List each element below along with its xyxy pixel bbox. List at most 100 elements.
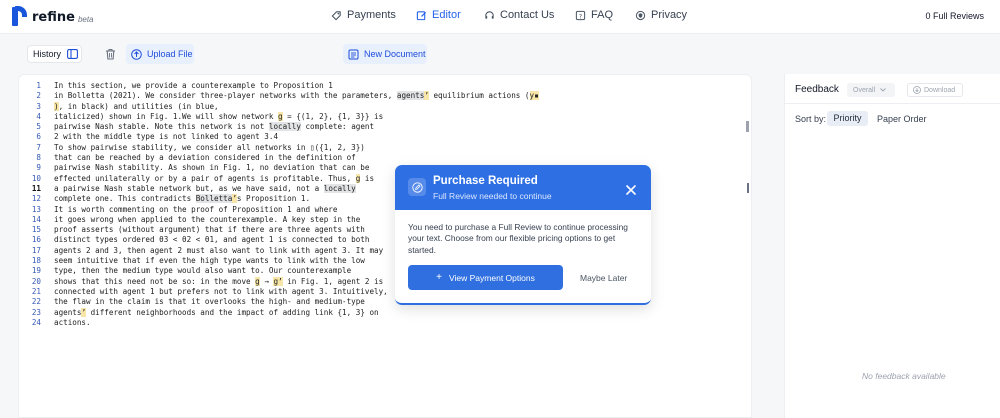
nav-faq[interactable]: ? FAQ (575, 9, 613, 21)
sort-option-priority[interactable]: Priority (827, 111, 868, 126)
editor-line[interactable]: 4 italicized) shown in Fig. 1.We will sho… (19, 111, 539, 122)
download-button[interactable]: Download (907, 83, 963, 97)
nav-contact[interactable]: Contact Us (484, 9, 554, 21)
line-text[interactable]: ), in black) and utilities (in blue, (54, 101, 219, 112)
text-segment: shows that this need not be so: in the m… (54, 276, 256, 286)
text-segment: the flaw in the claim is that it overloo… (54, 297, 365, 307)
line-text[interactable]: pairwise Nash stable. Note this network … (54, 122, 374, 132)
text-segment: seem intuitive that if even the high typ… (54, 256, 365, 266)
flagged-symbol[interactable]: y▪ (529, 91, 539, 101)
upload-file-label: Upload File (147, 49, 193, 59)
nav-editor[interactable]: Editor (416, 9, 461, 21)
shield-icon (635, 10, 646, 20)
document-icon (348, 49, 359, 59)
text-segment: complete: agent (300, 122, 375, 132)
text-segment: type, then the medium type would also wa… (54, 266, 352, 276)
history-button-label: History (33, 49, 62, 59)
text-segment: a pairwise Nash stable network but, as w… (54, 183, 324, 193)
line-text[interactable]: complete one. This contradicts Bolletta’… (54, 194, 310, 204)
line-text[interactable]: that can be reached by a deviation consi… (54, 153, 356, 163)
editor-line[interactable]: 7 To show pairwise stability, we consider… (19, 143, 539, 153)
history-button[interactable]: History (27, 45, 82, 63)
text-segment: agents (54, 307, 82, 317)
text-segment: s Proposition 1. (236, 194, 311, 204)
nav-contact-label: Contact Us (500, 9, 555, 21)
line-number: 3 (36, 101, 41, 111)
line-text[interactable]: 2 with the middle type is not linked to … (54, 132, 278, 142)
line-text[interactable]: it goes wrong when applied to the counte… (54, 215, 360, 225)
highlighted-term[interactable]: agents (396, 91, 425, 101)
purchase-required-modal: Purchase Required Full Review needed to … (395, 165, 651, 305)
text-segment: italicized) shown in Fig. 1.We will show… (54, 111, 279, 121)
line-text[interactable]: connected with agent 1 but prefers not t… (54, 287, 388, 297)
edit-note-icon (408, 178, 426, 196)
feedback-filter-select[interactable]: Overall (847, 83, 895, 97)
editor-line[interactable]: 24 actions. (19, 318, 539, 328)
line-text[interactable]: It is worth commenting on the proof of P… (54, 205, 337, 215)
line-text[interactable]: pairwise Nash stability. As shown in Fig… (54, 163, 369, 173)
line-number: 10 (31, 173, 41, 183)
line-number: 23 (31, 307, 41, 317)
text-segment: proof asserts (without argument) that if… (54, 225, 365, 235)
logo[interactable]: refine beta (10, 4, 94, 26)
line-text[interactable]: type, then the medium type would also wa… (54, 266, 351, 276)
line-text[interactable]: a pairwise Nash stable network but, as w… (54, 183, 356, 194)
line-number: 9 (36, 163, 41, 173)
highlighted-term[interactable]: locally (268, 122, 301, 132)
text-segment: actions. (54, 317, 91, 327)
upload-file-button[interactable]: Upload File (126, 44, 194, 64)
view-payment-options-button[interactable]: + View Payment Options (408, 265, 563, 290)
line-text[interactable]: the flaw in the claim is that it overloo… (54, 297, 365, 307)
line-text[interactable]: shows that this need not be so: in the m… (54, 276, 383, 287)
line-text[interactable]: italicized) shown in Fig. 1.We will show… (54, 111, 383, 122)
editor-scrollbar-thumb[interactable] (746, 121, 749, 132)
line-text[interactable]: actions. (54, 318, 91, 328)
line-text[interactable]: seem intuitive that if even the high typ… (54, 256, 365, 266)
highlighted-term[interactable]: locally (323, 183, 356, 193)
editor-line[interactable]: 23 agents’ different neighborhoods and th… (19, 307, 539, 318)
line-number: 1 (36, 81, 41, 90)
editor-line[interactable]: 6 2 with the middle type is not linked to… (19, 132, 539, 142)
line-text[interactable]: agents’ different neighborhoods and the … (54, 307, 379, 318)
line-text[interactable]: effected unilaterally or by a pair of ag… (54, 173, 374, 184)
full-reviews-count[interactable]: 0 Full Reviews (925, 11, 984, 21)
editor-line[interactable]: 3 ), in black) and utilities (in blue, (19, 101, 539, 112)
text-segment: effected unilaterally or by a pair of ag… (54, 173, 356, 183)
close-icon[interactable] (626, 182, 636, 200)
maybe-later-button[interactable]: Maybe Later (580, 273, 627, 283)
new-document-button[interactable]: New Document (343, 44, 427, 64)
nav-privacy[interactable]: Privacy (635, 9, 687, 21)
modal-body-text: You need to purchase a Full Review to co… (408, 222, 628, 255)
nav-editor-label: Editor (432, 9, 461, 21)
text-segment: In this section, we provide a counterexa… (54, 81, 333, 90)
svg-text:?: ? (579, 12, 582, 20)
sort-option-paper-order[interactable]: Paper Order (877, 114, 927, 124)
line-text[interactable]: To show pairwise stability, we consider … (54, 143, 365, 153)
nav-privacy-label: Privacy (651, 9, 688, 21)
text-segment: To show pairwise stability, we consider … (54, 142, 365, 152)
delete-button[interactable] (105, 47, 116, 65)
text-segment: agents 2 and 3, then agent 2 must also w… (54, 245, 384, 255)
line-text[interactable]: in Bolletta (2021). We consider three-pl… (54, 91, 539, 101)
feedback-empty-message: No feedback available (862, 371, 946, 381)
line-text[interactable]: In this section, we provide a counterexa… (54, 81, 333, 91)
feedback-title: Feedback (795, 84, 839, 95)
highlighted-term[interactable]: Bolletta (195, 194, 233, 204)
nav-payments[interactable]: Payments (331, 9, 396, 21)
line-text[interactable]: proof asserts (without argument) that if… (54, 225, 365, 235)
editor-line[interactable]: 5 pairwise Nash stable. Note this network… (19, 122, 539, 132)
line-text[interactable]: distinct types ordered θ3 < θ2 < θ1, and… (54, 235, 369, 245)
editor-line[interactable]: 1 In this section, we provide a counterex… (19, 81, 539, 91)
text-segment: pairwise Nash stability. As shown in Fig… (54, 163, 370, 173)
feedback-divider (785, 103, 1000, 104)
top-nav: refine beta Payments Editor Contact Us ?… (0, 0, 1000, 34)
trash-icon (106, 49, 115, 60)
editor-line[interactable]: 2 in Bolletta (2021). We consider three-p… (19, 91, 539, 101)
line-number: 12 (31, 194, 41, 204)
line-text[interactable]: agents 2 and 3, then agent 2 must also w… (54, 246, 383, 256)
logo-beta-tag: beta (77, 15, 94, 24)
logo-text: refine (32, 10, 75, 25)
modal-subtitle: Full Review needed to continue (433, 191, 552, 201)
line-number: 11 (31, 183, 41, 193)
editor-line[interactable]: 8 that can be reached by a deviation cons… (19, 153, 539, 163)
